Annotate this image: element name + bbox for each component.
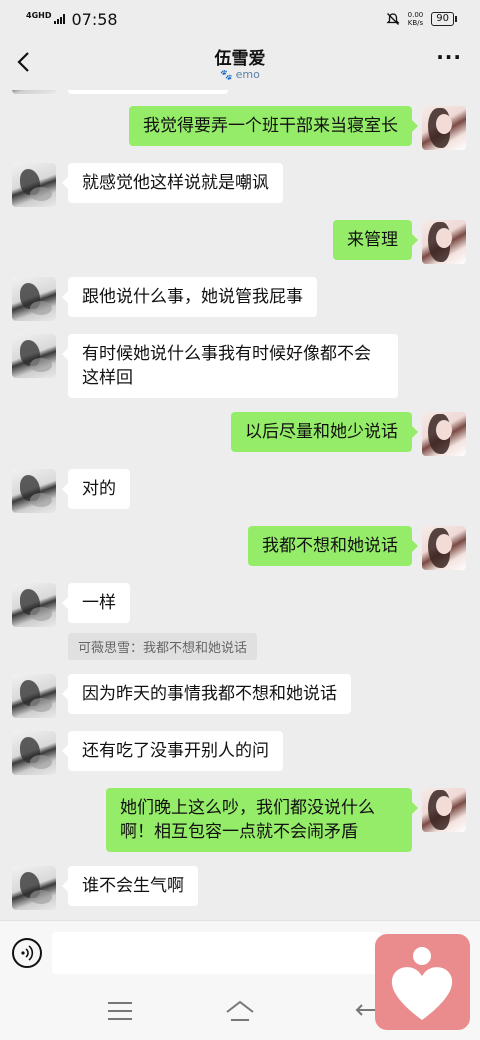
battery-level: 90 bbox=[436, 13, 449, 24]
message-bubble[interactable]: 对的 bbox=[62, 469, 130, 509]
signal-icon bbox=[54, 14, 66, 24]
message-input[interactable] bbox=[52, 932, 382, 974]
status-text: emo bbox=[235, 68, 260, 81]
avatar[interactable] bbox=[12, 277, 56, 321]
avatar[interactable] bbox=[422, 106, 466, 150]
avatar[interactable] bbox=[422, 412, 466, 456]
message-bubble[interactable]: 来管理 bbox=[333, 220, 418, 260]
avatar[interactable] bbox=[12, 469, 56, 513]
message-bubble[interactable]: 就感觉他这样说就是嘲讽 bbox=[62, 163, 283, 203]
menu-icon[interactable] bbox=[108, 1002, 132, 1020]
message-bubble[interactable]: 还有吃了没事开别人的问 bbox=[62, 731, 283, 771]
message-bubble[interactable]: 一样 bbox=[62, 583, 130, 623]
paw-icon: 🐾 bbox=[220, 70, 233, 81]
avatar[interactable] bbox=[12, 674, 56, 718]
avatar[interactable] bbox=[422, 526, 466, 570]
message-bubble[interactable]: 她们晚上这么吵，我们都没说什么啊！相互包容一点就不会闹矛盾 bbox=[106, 788, 418, 852]
message-bubble[interactable]: 我觉得要弄一个班干部来当寝室长 bbox=[129, 106, 418, 146]
chat-header: 伍雪爱 🐾 emo ··· bbox=[0, 38, 480, 90]
network-type: 4GHD bbox=[26, 11, 52, 20]
status-time: 07:58 bbox=[71, 9, 118, 29]
message-bubble[interactable]: 跟他说什么事，她说管我屁事 bbox=[62, 277, 317, 317]
message-bubble[interactable]: 以后尽量和她少说话 bbox=[231, 412, 418, 452]
more-dots-icon[interactable]: ··· bbox=[436, 47, 462, 67]
chat-title: 伍雪爱 bbox=[214, 49, 266, 69]
avatar[interactable] bbox=[12, 866, 56, 910]
voice-icon[interactable] bbox=[12, 938, 42, 968]
avatar[interactable] bbox=[422, 220, 466, 264]
net-speed-unit: KB/s bbox=[407, 19, 424, 27]
message-list: 我觉得要弄一个班干部来当寝室长 就感觉他这样说就是嘲讽 来管理 跟他说什么事，她… bbox=[0, 90, 480, 920]
mute-icon bbox=[386, 13, 400, 25]
battery-icon: 90 bbox=[431, 12, 457, 26]
avatar[interactable] bbox=[12, 90, 56, 94]
avatar[interactable] bbox=[422, 788, 466, 832]
voice-waves-icon bbox=[21, 945, 34, 961]
message-bubble[interactable]: 因为昨天的事情我都不想和她说话 bbox=[62, 674, 351, 714]
home-icon[interactable] bbox=[224, 998, 256, 1024]
avatar[interactable] bbox=[12, 731, 56, 775]
message-bubble-partial bbox=[68, 90, 228, 94]
avatar[interactable] bbox=[12, 583, 56, 627]
status-bar: 4GHD 07:58 0.00 KB/s 90 bbox=[0, 0, 480, 38]
quoted-message[interactable]: 可薇思雪：我都不想和她说话 bbox=[68, 633, 258, 660]
chat-status: 🐾 emo bbox=[0, 68, 480, 81]
message-bubble[interactable]: 我都不想和她说话 bbox=[248, 526, 418, 566]
net-speed: 0.00 KB/s bbox=[408, 11, 424, 27]
avatar[interactable] bbox=[12, 163, 56, 207]
avatar[interactable] bbox=[12, 334, 56, 378]
heart-widget-button[interactable] bbox=[375, 934, 470, 1030]
message-bubble[interactable]: 有时候她说什么事我有时候好像都不会这样回 bbox=[62, 334, 398, 398]
net-speed-value: 0.00 bbox=[407, 11, 424, 19]
message-bubble[interactable]: 谁不会生气啊 bbox=[62, 866, 198, 906]
heart-person-icon bbox=[391, 947, 453, 1020]
